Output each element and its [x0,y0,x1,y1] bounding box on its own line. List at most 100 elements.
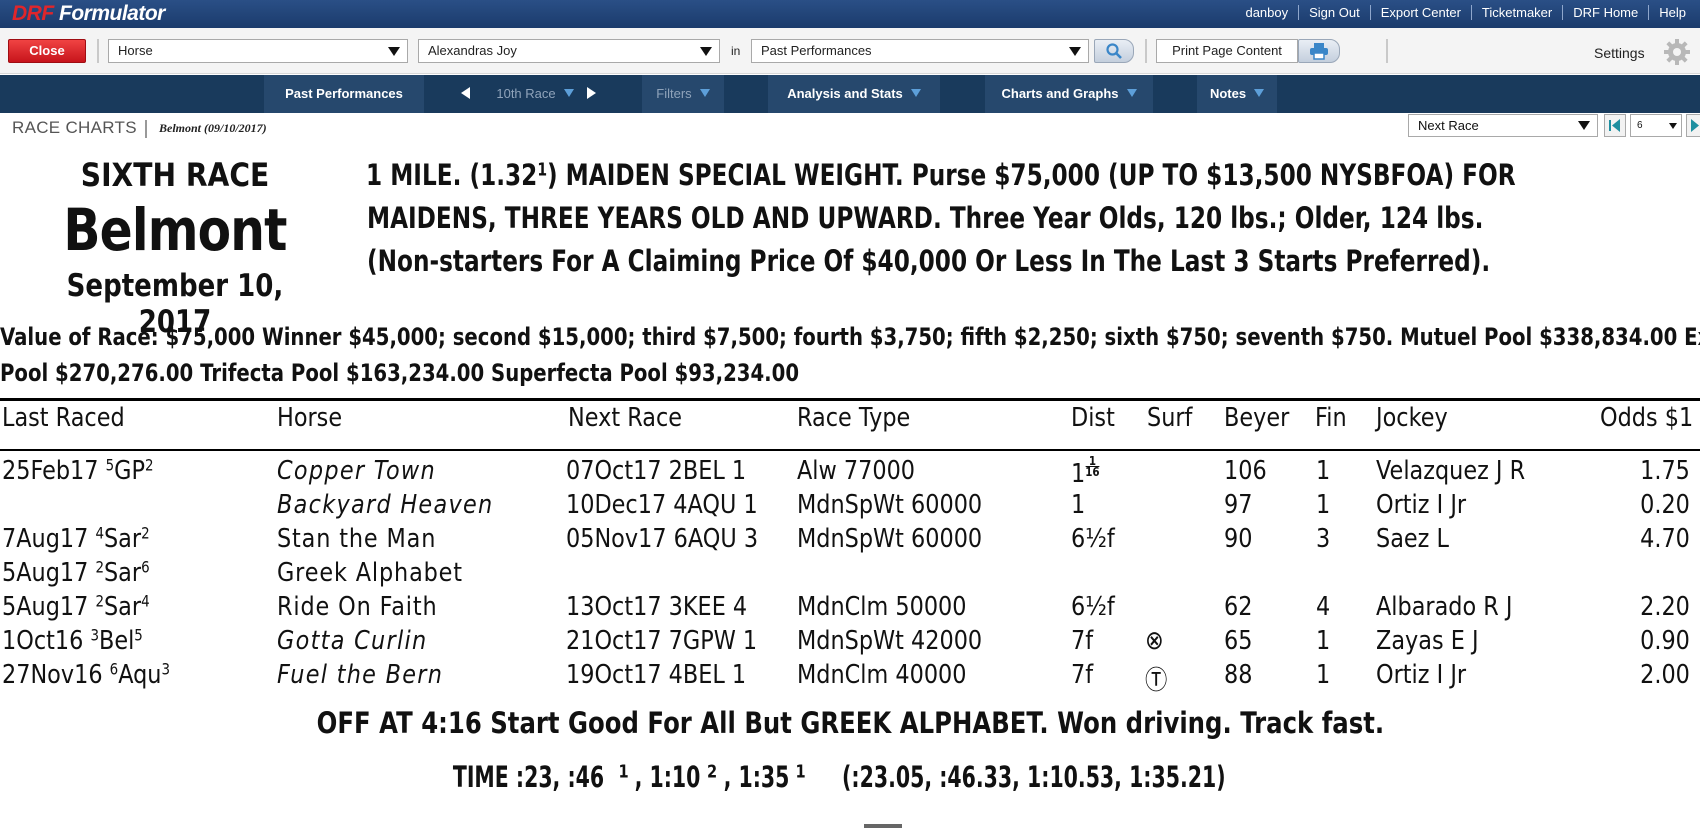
toolbar-divider [1145,39,1147,63]
next-race-cell: 10Dec17 4AQU 1 [566,490,758,520]
dist-cell: 6½f [1071,592,1115,622]
nav-past-performances[interactable]: Past Performances [264,75,424,113]
next-race-arrow[interactable] [580,75,602,113]
race-type-cell: MdnSpWt 60000 [797,490,983,520]
dist-cell: 7f [1071,660,1094,690]
arrow-right-icon [1691,119,1699,132]
odds-cell: 4.70 [1640,524,1690,554]
horse-cell[interactable]: Copper Town [277,456,436,486]
race-selector[interactable]: 10th Race [485,75,585,113]
prev-race-button[interactable] [1604,114,1626,137]
logo-product: Formulator [59,2,165,25]
horse-cell[interactable]: Greek Alphabet [277,558,463,588]
jockey-cell: Ortiz I Jr [1376,490,1467,520]
gear-icon[interactable] [1663,38,1691,66]
col-header-next-race: Next Race [568,403,683,433]
drf-formulator-logo[interactable]: DRF Formulator [12,2,165,26]
next-race-cell: 19Oct17 4BEL 1 [566,660,747,690]
beyer-cell: 65 [1224,626,1253,656]
horse-cell[interactable]: Ride On Faith [277,592,438,622]
race-time-text: TIME :23, :46 1, 1:10 2, 1:35 1 (:23.05, :4… [452,760,1226,794]
horse-cell[interactable]: Fuel the Bern [277,660,443,690]
fin-cell: 1 [1316,456,1331,486]
prev-race-arrow[interactable] [455,75,477,113]
next-race-cell: 21Oct17 7GPW 1 [566,626,758,656]
next-race-button[interactable] [1686,114,1700,137]
horse-cell[interactable]: Stan the Man [277,524,436,554]
table-top-rule [0,398,1700,401]
col-header-dist: Dist [1071,403,1115,433]
fin-cell: 1 [1316,660,1331,690]
col-header-last-raced: Last Raced [2,403,125,433]
search-button[interactable] [1094,39,1134,63]
chevron-down-icon [1578,121,1590,130]
col-header-race-type: Race Type [797,403,911,433]
print-page-content-button[interactable]: Print Page Content [1156,39,1298,63]
search-scope-select[interactable]: Past Performances [751,39,1089,63]
race-off-note: OFF AT 4:16 Start Good For All But GREEK… [0,706,1700,740]
race-time: TIME :23, :46 1, 1:10 2, 1:35 1 (:23.05, :4… [0,760,1700,794]
jockey-cell: Ortiz I Jr [1376,660,1467,690]
search-value-select[interactable]: Alexandras Joy [418,39,720,63]
chevron-down-icon [563,89,574,97]
arrow-left-icon [1609,119,1620,132]
search-icon [1106,43,1122,59]
search-scope-value: Past Performances [761,43,872,58]
search-type-select[interactable]: Horse [108,39,408,63]
race-track-date: Belmont (09/10/2017) [159,121,267,135]
help-link[interactable]: Help [1648,5,1696,20]
nav-charts-and-graphs[interactable]: Charts and Graphs [985,75,1153,113]
dist-cell: 1 1 16 [1071,454,1100,489]
beyer-cell: 106 [1224,456,1267,486]
next-race-cell: 13Oct17 3KEE 4 [566,592,748,622]
odds-cell: 1.75 [1640,456,1690,486]
drf-home-link[interactable]: DRF Home [1562,5,1648,20]
col-header-horse: Horse [277,403,343,433]
export-center-link[interactable]: Export Center [1369,5,1471,20]
scroll-marker [864,824,902,828]
print-button[interactable] [1298,39,1340,63]
chevron-down-icon [1254,89,1265,97]
nav-filters-label: Filters [656,86,692,101]
last-raced-cell: 5Aug17 2Sar6 [2,558,150,588]
ticketmaker-link[interactable]: Ticketmaker [1470,5,1562,20]
race-type-cell: MdnClm 50000 [797,592,967,622]
horse-cell[interactable]: Backyard Heaven [277,490,494,520]
nav-notes[interactable]: Notes [1197,75,1277,113]
page-title: RACE CHARTS [12,118,137,137]
beyer-cell: 97 [1224,490,1253,520]
search-value-text: Alexandras Joy [428,43,517,58]
race-selector-label: 10th Race [496,86,556,101]
chevron-down-icon [388,47,400,56]
beyer-cell: 62 [1224,592,1253,622]
settings-label[interactable]: Settings [1594,45,1645,61]
odds-cell: 2.00 [1640,660,1690,690]
col-header-beyer: Beyer [1224,403,1290,433]
dist-fraction: 1 16 [1085,454,1100,479]
user-link[interactable]: danboy [1235,5,1298,20]
dist-cell: 7f [1071,626,1094,656]
sign-out-link[interactable]: Sign Out [1298,5,1370,20]
race-value-line-1: Value of Race: $75,000 Winner $45,000; s… [0,323,1700,351]
col-header-odds: Odds $1 [1600,403,1694,433]
race-type-cell: MdnClm 40000 [797,660,967,690]
dist-cell: 1 [1071,490,1086,520]
race-type-cell: MdnSpWt 60000 [797,524,983,554]
in-label: in [731,44,741,58]
last-raced-cell: 27Nov16 6Aqu3 [2,660,170,690]
surf-cell: Ⓣ [1145,666,1168,696]
nav-filters[interactable]: Filters [642,75,724,113]
next-race-select[interactable]: Next Race [1408,114,1598,137]
table-header-rule [0,449,1700,451]
odds-cell: 0.90 [1640,626,1690,656]
race-off-text: OFF AT 4:16 Start Good For All But GREEK… [316,706,1384,740]
printer-icon [1310,43,1328,60]
fin-cell: 3 [1316,524,1331,554]
race-number-select[interactable]: 6 [1630,114,1682,137]
close-button[interactable]: Close [8,39,86,63]
horse-cell[interactable]: Gotta Curlin [277,626,427,656]
nav-analysis-and-stats[interactable]: Analysis and Stats [768,75,940,113]
top-links: danboy Sign Out Export Center Ticketmake… [1235,5,1696,20]
chevron-down-icon [1069,47,1081,56]
chevron-down-icon [910,89,921,97]
